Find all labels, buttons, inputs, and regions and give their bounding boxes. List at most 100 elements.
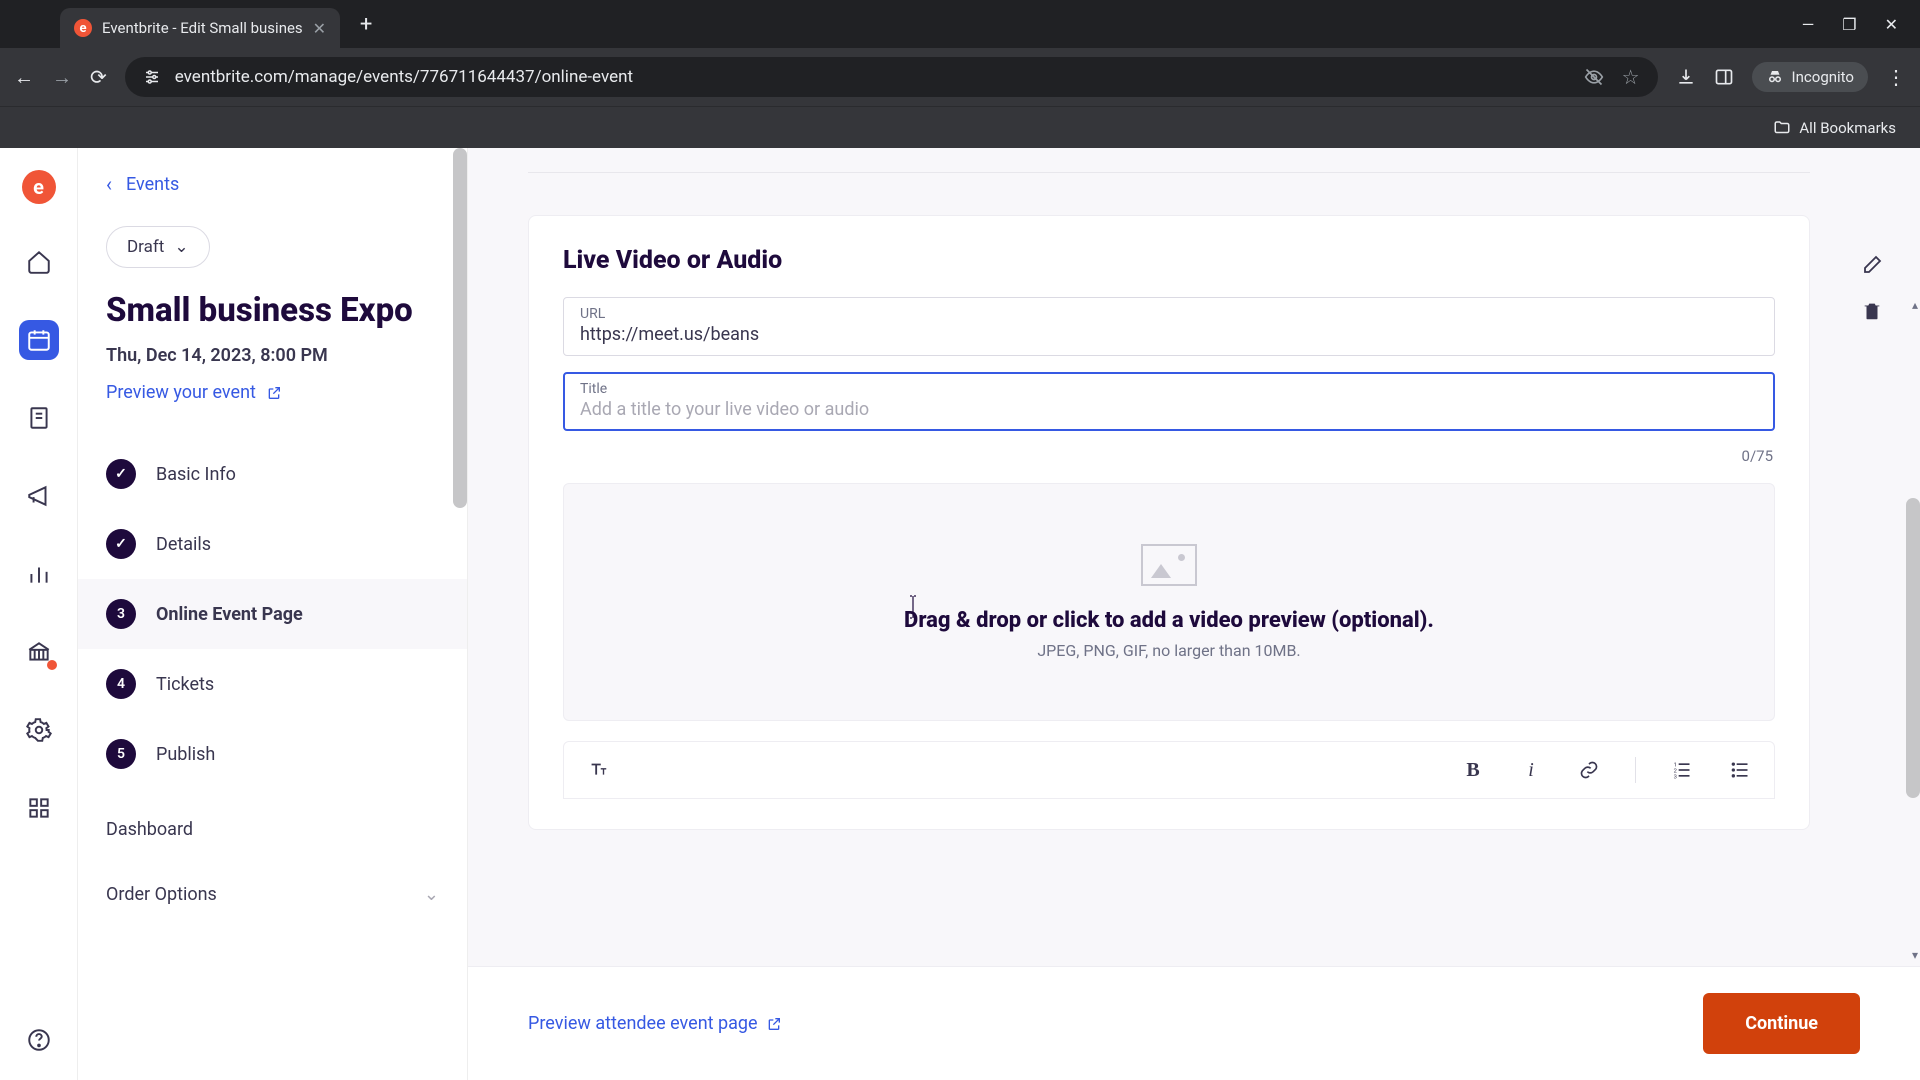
event-title: Small business Expo — [78, 290, 467, 331]
svg-text:3: 3 — [1674, 774, 1677, 780]
reports-icon[interactable] — [19, 554, 59, 594]
incognito-badge[interactable]: Incognito — [1752, 62, 1868, 92]
step-online-event-page[interactable]: 3 Online Event Page — [78, 579, 467, 649]
url-input[interactable] — [580, 324, 1758, 345]
url-field[interactable]: URL — [563, 297, 1775, 356]
help-icon[interactable] — [19, 1020, 59, 1060]
url-label: URL — [580, 306, 1758, 322]
url-bar[interactable]: eventbrite.com/manage/events/77671164443… — [125, 57, 1658, 97]
preview-label: Preview your event — [106, 382, 256, 403]
continue-button[interactable]: Continue — [1703, 993, 1860, 1054]
footer: Preview attendee event page Continue — [468, 966, 1920, 1080]
divider — [1635, 757, 1636, 783]
notification-dot-icon — [47, 660, 57, 670]
external-link-icon — [766, 1016, 782, 1032]
back-label: Events — [126, 174, 179, 195]
orders-icon[interactable] — [19, 398, 59, 438]
section-title: Live Video or Audio — [563, 246, 1775, 275]
chevron-down-icon: ⌄ — [174, 237, 188, 257]
sidebar-scrollbar[interactable] — [453, 148, 467, 508]
incognito-icon — [1766, 68, 1784, 86]
new-tab-button[interactable]: + — [350, 8, 382, 40]
all-bookmarks-label: All Bookmarks — [1799, 119, 1896, 137]
close-window-icon[interactable]: ✕ — [1885, 15, 1898, 34]
check-icon — [106, 459, 136, 489]
close-icon[interactable]: ✕ — [313, 19, 326, 38]
all-bookmarks-button[interactable]: All Bookmarks — [1773, 119, 1896, 137]
back-icon[interactable]: ← — [14, 65, 34, 90]
preview-event-link[interactable]: Preview your event — [78, 376, 467, 431]
char-count: 0/75 — [563, 447, 1773, 465]
incognito-label: Incognito — [1792, 68, 1854, 86]
minimize-icon[interactable]: — — [1802, 15, 1815, 34]
title-input[interactable] — [580, 399, 1758, 420]
download-icon[interactable] — [1676, 67, 1696, 87]
chevron-down-icon: ⌄ — [424, 884, 439, 905]
calendar-icon[interactable] — [19, 320, 59, 360]
menu-icon[interactable]: ⋮ — [1886, 65, 1906, 89]
ordered-list-icon[interactable]: 123 — [1666, 754, 1698, 786]
title-field[interactable]: Title — [563, 372, 1775, 431]
scroll-down-icon[interactable]: ▾ — [1912, 948, 1918, 962]
content-scrollbar[interactable] — [1906, 498, 1920, 798]
dropzone-title: Drag & drop or click to add a video prev… — [588, 608, 1750, 633]
order-options-link[interactable]: Order Options ⌄ — [78, 862, 467, 927]
divider — [528, 172, 1810, 173]
back-to-events-link[interactable]: ‹ Events — [78, 166, 467, 214]
preview-attendee-link[interactable]: Preview attendee event page — [528, 1013, 782, 1034]
step-label: Basic Info — [156, 464, 236, 485]
maximize-icon[interactable]: ❐ — [1842, 15, 1856, 34]
icon-rail: e — [0, 148, 78, 1080]
edit-icon[interactable] — [1861, 252, 1885, 276]
browser-tab[interactable]: e Eventbrite - Edit Small busines ✕ — [60, 8, 340, 48]
forward-icon[interactable]: → — [52, 65, 72, 90]
step-label: Publish — [156, 744, 215, 765]
site-settings-icon[interactable] — [143, 68, 161, 86]
order-options-label: Order Options — [106, 884, 217, 905]
finance-icon[interactable] — [19, 632, 59, 672]
preview-attendee-label: Preview attendee event page — [528, 1013, 758, 1034]
step-basic-info[interactable]: Basic Info — [78, 439, 467, 509]
status-label: Draft — [127, 237, 164, 257]
home-icon[interactable] — [19, 242, 59, 282]
dashboard-link[interactable]: Dashboard — [78, 797, 467, 862]
step-label: Tickets — [156, 674, 214, 695]
status-dropdown[interactable]: Draft ⌄ — [106, 226, 210, 268]
sidepanel-icon[interactable] — [1714, 67, 1734, 87]
step-details[interactable]: Details — [78, 509, 467, 579]
folder-icon — [1773, 119, 1791, 137]
event-date: Thu, Dec 14, 2023, 8:00 PM — [78, 331, 467, 376]
sidebar: ‹ Events Draft ⌄ Small business Expo Thu… — [78, 148, 468, 1080]
italic-icon[interactable]: i — [1515, 754, 1547, 786]
bookmarks-bar: All Bookmarks — [0, 106, 1920, 148]
image-dropzone[interactable]: Drag & drop or click to add a video prev… — [563, 483, 1775, 721]
rte-toolbar: B i 123 — [563, 741, 1775, 799]
trash-icon[interactable] — [1861, 300, 1885, 322]
tab-bar: e Eventbrite - Edit Small busines ✕ + — … — [0, 0, 1920, 48]
link-icon[interactable] — [1573, 754, 1605, 786]
brand-logo[interactable]: e — [22, 170, 56, 204]
step-number-badge: 5 — [106, 739, 136, 769]
step-publish[interactable]: 5 Publish — [78, 719, 467, 789]
favicon-icon: e — [74, 19, 92, 37]
reload-icon[interactable]: ⟳ — [90, 65, 107, 89]
text-format-icon[interactable] — [582, 754, 614, 786]
scroll-up-icon[interactable]: ▴ — [1912, 298, 1918, 312]
dropzone-subtitle: JPEG, PNG, GIF, no larger than 10MB. — [588, 641, 1750, 660]
bold-icon[interactable]: B — [1457, 754, 1489, 786]
star-icon[interactable]: ☆ — [1622, 65, 1640, 89]
external-link-icon — [266, 385, 282, 401]
step-label: Details — [156, 534, 211, 555]
main-content: ▴ Live Video or Audio URL Titl — [468, 148, 1920, 1080]
title-label: Title — [580, 381, 1758, 397]
eye-off-icon[interactable] — [1584, 67, 1604, 87]
apps-icon[interactable] — [19, 788, 59, 828]
settings-icon[interactable] — [19, 710, 59, 750]
nav-bar: ← → ⟳ eventbrite.com/manage/events/77671… — [0, 48, 1920, 106]
step-number-badge: 3 — [106, 599, 136, 629]
image-icon — [1141, 544, 1197, 586]
unordered-list-icon[interactable] — [1724, 754, 1756, 786]
step-tickets[interactable]: 4 Tickets — [78, 649, 467, 719]
marketing-icon[interactable] — [19, 476, 59, 516]
check-icon — [106, 529, 136, 559]
